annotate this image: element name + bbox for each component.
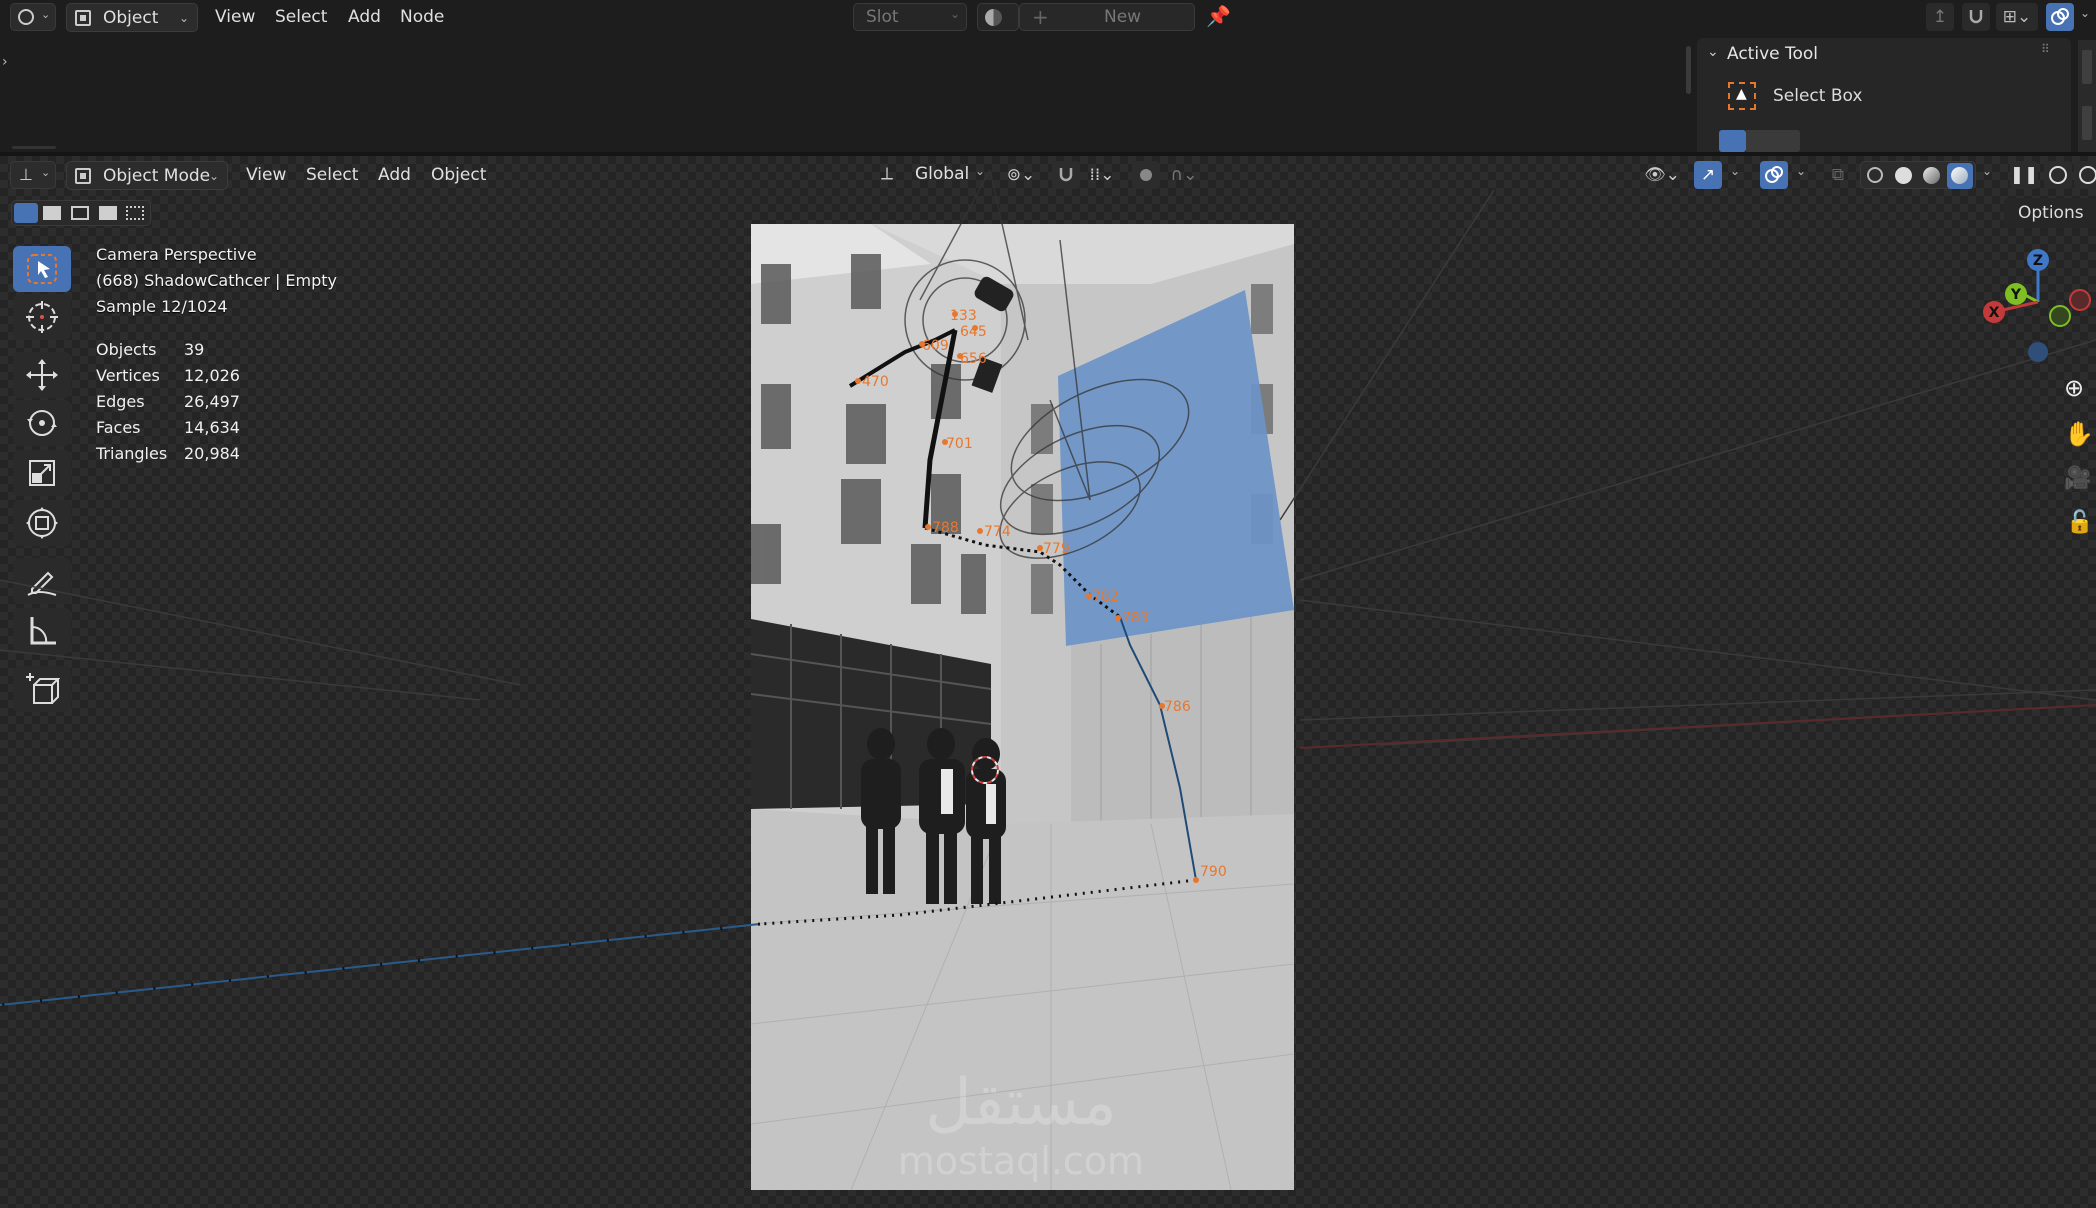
- frame-label: 786: [1164, 699, 1191, 715]
- gizmo-neg-z[interactable]: [2028, 342, 2048, 362]
- top-header: ⌄ Object ⌄ View Select Add Node Slot ⌄ +…: [0, 0, 2096, 34]
- stat-label: Objects: [96, 340, 157, 359]
- stat-label: Faces: [96, 418, 141, 437]
- chevron-down-icon[interactable]: ⌄: [2080, 6, 2090, 20]
- editor-type-icon: [18, 9, 34, 25]
- editor-type-button[interactable]: ⌄: [10, 3, 56, 31]
- frame-label: 645: [960, 324, 987, 340]
- frame-label: 783: [1122, 610, 1149, 626]
- material-browse-button[interactable]: [977, 3, 1019, 31]
- sidebar-tab-view[interactable]: [2082, 106, 2092, 140]
- lock-icon[interactable]: 🔓: [2066, 510, 2093, 535]
- magnet-icon: [1969, 10, 1983, 24]
- overlay-circles-icon: [2051, 8, 2069, 25]
- pan-hand-icon[interactable]: ✋: [2064, 420, 2094, 448]
- select-box-tool-icon: ▲: [1728, 82, 1756, 110]
- sidebar-scrollbar[interactable]: [1686, 46, 1691, 94]
- stat-value: 20,984: [184, 444, 240, 463]
- stat-label: Vertices: [96, 366, 160, 385]
- frame-label: 779: [1043, 541, 1070, 557]
- stat-value: 12,026: [184, 366, 240, 385]
- slot-dropdown[interactable]: Slot ⌄: [853, 3, 967, 31]
- overlay-view-name: Camera Perspective: [96, 245, 257, 264]
- stat-label: Triangles: [96, 444, 168, 463]
- overlay-sample: Sample 12/1024: [96, 297, 228, 316]
- select-mode-subtract[interactable]: [1773, 130, 1800, 152]
- gizmo-y-label: Y: [2010, 287, 2022, 303]
- x-axis-line: [1299, 704, 2096, 749]
- parent-node-button[interactable]: ↥: [1926, 3, 1954, 31]
- editor-object-dropdown[interactable]: Object ⌄: [66, 3, 198, 32]
- sidebar-tab-tool[interactable]: [2082, 50, 2092, 84]
- navigation-gizmo[interactable]: Z Y X: [1976, 242, 2096, 372]
- 3d-cursor[interactable]: [971, 756, 999, 784]
- frame-label: 788: [932, 520, 959, 536]
- gizmo-neg-y[interactable]: [2049, 305, 2071, 327]
- sidebar-tabs: [2078, 40, 2096, 152]
- select-mode-extend[interactable]: [1746, 130, 1773, 152]
- stat-value: 39: [184, 340, 205, 359]
- zoom-icon[interactable]: ⊕: [2064, 374, 2084, 402]
- editor-object-label: Object: [103, 8, 159, 28]
- frame-label: 790: [1200, 864, 1227, 880]
- snap-toggle[interactable]: [1962, 3, 1990, 31]
- frame-label: 701: [946, 436, 973, 452]
- stat-label: Edges: [96, 392, 145, 411]
- frame-label: 133: [950, 308, 977, 324]
- frame-label: 470: [862, 374, 889, 390]
- gizmo-z-label: Z: [2033, 253, 2043, 269]
- snap-target-dropdown[interactable]: ⊞⌄: [1996, 3, 2038, 31]
- overlay-active-object: (668) ShadowCathcer | Empty: [96, 271, 338, 290]
- pin-icon[interactable]: 📌: [1206, 4, 1231, 28]
- select-mode-set[interactable]: [1719, 130, 1746, 152]
- gizmo-neg-x[interactable]: [2069, 289, 2091, 311]
- motion-path[interactable]: [0, 328, 1197, 1007]
- region-splitter[interactable]: [12, 146, 56, 149]
- frame-label: 656: [960, 351, 987, 367]
- menu-add[interactable]: Add: [342, 5, 387, 29]
- menu-node[interactable]: Node: [394, 5, 450, 29]
- gizmo-x-label: X: [1989, 305, 2000, 321]
- panel-collapse-icon[interactable]: ⌄: [1707, 44, 1719, 60]
- frame-label: 774: [984, 524, 1011, 540]
- frame-label: 782: [1092, 589, 1119, 605]
- new-label: New: [1104, 7, 1142, 27]
- toolbar-expand-arrow[interactable]: ›: [2, 54, 8, 70]
- slot-label: Slot: [866, 7, 899, 27]
- panel-drag-handle[interactable]: ⠿: [2041, 42, 2050, 56]
- menu-select[interactable]: Select: [269, 5, 333, 29]
- menu-view[interactable]: View: [209, 5, 261, 29]
- object-icon: [75, 10, 91, 26]
- stat-value: 14,634: [184, 418, 240, 437]
- chevron-down-icon: ⌄: [178, 11, 189, 25]
- material-sphere-icon: [985, 9, 1002, 26]
- frame-label: 609: [922, 338, 949, 354]
- active-tool-panel: ⌄ Active Tool ⠿ ▲ Select Box: [1697, 38, 2071, 152]
- active-tool-title[interactable]: Active Tool: [1727, 44, 1818, 64]
- overlay-toggle[interactable]: [2046, 3, 2074, 31]
- new-material-button[interactable]: + New: [1019, 3, 1195, 31]
- chevron-down-icon: ⌄: [950, 7, 961, 21]
- select-box-label[interactable]: Select Box: [1773, 86, 1862, 106]
- viewport-overlay: 133 645 609 656 470 701 788 774 779 782 …: [0, 169, 2096, 1007]
- camera-view-icon[interactable]: 🎥: [2064, 466, 2091, 491]
- stat-value: 26,497: [184, 392, 240, 411]
- plus-icon: +: [1032, 5, 1049, 29]
- chevron-down-icon: ⌄: [41, 8, 51, 21]
